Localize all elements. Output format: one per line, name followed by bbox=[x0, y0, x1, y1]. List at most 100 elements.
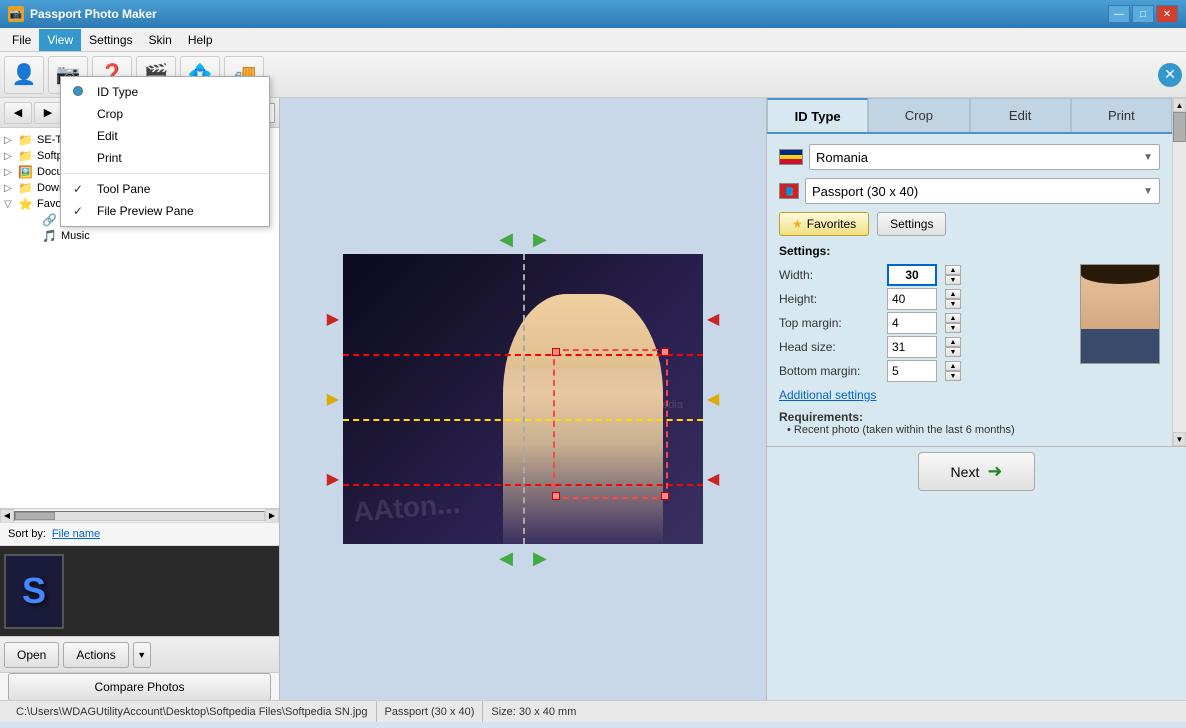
topmargin-label: Top margin: bbox=[779, 316, 879, 330]
settings-button[interactable]: Settings bbox=[877, 212, 946, 236]
menu-edit[interactable]: Edit bbox=[61, 125, 269, 147]
photo-canvas[interactable]: AAton... Softpedia bbox=[343, 254, 703, 544]
favorites-button[interactable]: ★ Favorites bbox=[779, 212, 869, 236]
bottom-crop-arrows: ◀ ▶ bbox=[327, 548, 720, 569]
bottommargin-up[interactable]: ▲ bbox=[945, 361, 961, 371]
scroll-right-button[interactable]: ▶ bbox=[265, 509, 279, 523]
sort-value[interactable]: File name bbox=[52, 528, 100, 540]
menu-print[interactable]: Print bbox=[61, 147, 269, 169]
action-buttons: ★ Favorites Settings bbox=[779, 212, 1160, 236]
handle-br[interactable] bbox=[661, 492, 669, 500]
toolbar-person-button[interactable]: 👤 bbox=[4, 56, 44, 94]
handle-bl[interactable] bbox=[552, 492, 560, 500]
bottommargin-row: Bottom margin: 5 ▲ ▼ bbox=[779, 360, 1072, 382]
maximize-button[interactable]: □ bbox=[1132, 5, 1154, 23]
bottom-right-arrow[interactable]: ▶ bbox=[533, 548, 547, 569]
menu-file[interactable]: File bbox=[4, 29, 39, 51]
menu-crop[interactable]: Crop bbox=[61, 103, 269, 125]
handle-tr[interactable] bbox=[661, 348, 669, 356]
menu-filepreview[interactable]: ✓ File Preview Pane bbox=[61, 200, 269, 222]
width-down[interactable]: ▼ bbox=[945, 275, 961, 285]
view-dropdown-menu: ID Type Crop Edit Print ✓ Tool Pane ✓ Fi… bbox=[60, 76, 270, 227]
bottommargin-value[interactable]: 5 bbox=[887, 360, 937, 382]
menu-skin[interactable]: Skin bbox=[141, 29, 180, 51]
right-arrows: ◀ ◀ ◀ bbox=[707, 309, 719, 489]
width-spinner[interactable]: ▲ ▼ bbox=[945, 265, 961, 285]
check-indicator: ✓ bbox=[73, 182, 89, 196]
headsize-up[interactable]: ▲ bbox=[945, 337, 961, 347]
topmargin-value[interactable]: 4 bbox=[887, 312, 937, 334]
top-left-arrow[interactable]: ◀ bbox=[499, 229, 513, 250]
bottom-left-arrow[interactable]: ◀ bbox=[499, 548, 513, 569]
bottommargin-spinner[interactable]: ▲ ▼ bbox=[945, 361, 961, 381]
topmargin-spinner[interactable]: ▲ ▼ bbox=[945, 313, 961, 333]
next-label: Next bbox=[951, 464, 980, 480]
forward-button[interactable]: ▶ bbox=[34, 102, 62, 124]
topmargin-up[interactable]: ▲ bbox=[945, 313, 961, 323]
right-arrow-mid[interactable]: ◀ bbox=[707, 389, 719, 409]
scroll-left-button[interactable]: ◀ bbox=[0, 509, 14, 523]
actions-button[interactable]: Actions bbox=[63, 642, 128, 668]
headsize-down[interactable]: ▼ bbox=[945, 347, 961, 357]
tab-idtype[interactable]: ID Type bbox=[767, 98, 868, 132]
menu-toolpane[interactable]: ✓ Tool Pane bbox=[61, 178, 269, 200]
topmargin-down[interactable]: ▼ bbox=[945, 323, 961, 333]
country-arrow: ▼ bbox=[1143, 152, 1153, 163]
tree-item-music[interactable]: 🎵 Music bbox=[4, 228, 275, 244]
headsize-spinner[interactable]: ▲ ▼ bbox=[945, 337, 961, 357]
right-scroll-track[interactable] bbox=[1173, 112, 1186, 432]
tab-edit[interactable]: Edit bbox=[970, 98, 1071, 132]
height-up[interactable]: ▲ bbox=[945, 289, 961, 299]
right-arrow-bot[interactable]: ◀ bbox=[707, 469, 719, 489]
star-icon: ★ bbox=[792, 217, 803, 231]
right-panel: ID Type Crop Edit Print bbox=[766, 98, 1186, 700]
menu-idtype[interactable]: ID Type bbox=[61, 81, 269, 103]
left-arrow-top[interactable]: ▶ bbox=[327, 309, 339, 329]
settings-inner: Width: 30 ▲ ▼ Height: 40 bbox=[779, 264, 1160, 384]
left-arrow-bot[interactable]: ▶ bbox=[327, 469, 339, 489]
next-button[interactable]: Next ➜ bbox=[918, 452, 1036, 491]
height-down[interactable]: ▼ bbox=[945, 299, 961, 309]
preview-empty bbox=[64, 554, 260, 629]
top-right-arrow[interactable]: ▶ bbox=[533, 229, 547, 250]
left-arrows: ▶ ▶ ▶ bbox=[327, 309, 339, 489]
menu-settings[interactable]: Settings bbox=[81, 29, 140, 51]
toolbar-close-button[interactable]: ✕ bbox=[1158, 63, 1182, 87]
right-arrow-top[interactable]: ◀ bbox=[707, 309, 719, 329]
bottommargin-down[interactable]: ▼ bbox=[945, 371, 961, 381]
width-up[interactable]: ▲ bbox=[945, 265, 961, 275]
compare-button[interactable]: Compare Photos bbox=[8, 673, 271, 701]
horizontal-scrollbar[interactable]: ◀ ▶ bbox=[0, 508, 279, 522]
height-value[interactable]: 40 bbox=[887, 288, 937, 310]
actions-dropdown-button[interactable]: ▼ bbox=[133, 642, 151, 668]
scroll-down-button[interactable]: ▼ bbox=[1173, 432, 1186, 446]
app-icon: 📷 bbox=[8, 6, 24, 22]
right-scroll-thumb[interactable] bbox=[1173, 112, 1186, 142]
preview-thumbnail[interactable]: S bbox=[4, 554, 64, 629]
scroll-track[interactable] bbox=[14, 511, 265, 521]
tab-print[interactable]: Print bbox=[1071, 98, 1172, 132]
scroll-thumb[interactable] bbox=[15, 512, 55, 520]
status-bar: C:\Users\WDAGUtilityAccount\Desktop\Soft… bbox=[0, 700, 1186, 722]
scroll-up-button[interactable]: ▲ bbox=[1173, 98, 1186, 112]
width-value[interactable]: 30 bbox=[887, 264, 937, 286]
height-label: Height: bbox=[779, 292, 879, 306]
bottom-buttons: Open Actions ▼ bbox=[0, 636, 279, 672]
close-button[interactable]: ✕ bbox=[1156, 5, 1178, 23]
selection-box[interactable] bbox=[553, 349, 668, 499]
additional-settings-link[interactable]: Additional settings bbox=[779, 388, 1160, 402]
minimize-button[interactable]: — bbox=[1108, 5, 1130, 23]
menu-help[interactable]: Help bbox=[180, 29, 221, 51]
radio-indicator bbox=[73, 85, 89, 99]
headsize-value[interactable]: 31 bbox=[887, 336, 937, 358]
requirements-label: Requirements: bbox=[779, 410, 1160, 424]
country-dropdown[interactable]: Romania ▼ bbox=[809, 144, 1160, 170]
left-arrow-mid[interactable]: ▶ bbox=[327, 389, 339, 409]
document-dropdown[interactable]: Passport (30 x 40) ▼ bbox=[805, 178, 1160, 204]
tab-crop[interactable]: Crop bbox=[868, 98, 969, 132]
open-button[interactable]: Open bbox=[4, 642, 59, 668]
handle-tl[interactable] bbox=[552, 348, 560, 356]
back-button[interactable]: ◀ bbox=[4, 102, 32, 124]
menu-view[interactable]: View bbox=[39, 29, 81, 51]
height-spinner[interactable]: ▲ ▼ bbox=[945, 289, 961, 309]
